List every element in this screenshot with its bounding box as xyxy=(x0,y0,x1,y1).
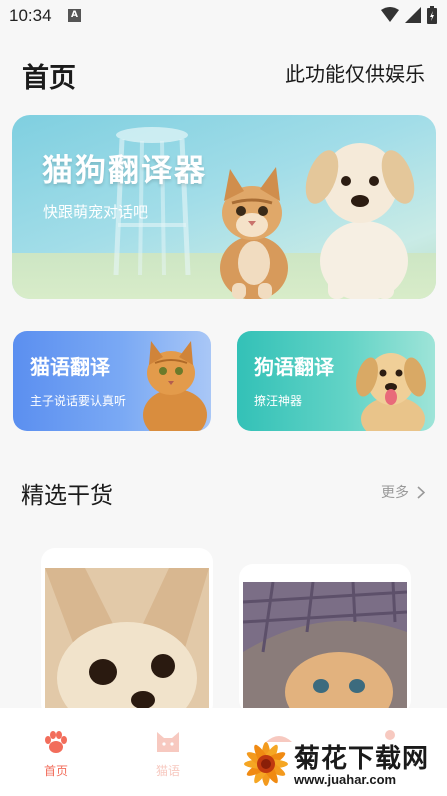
kitten-image xyxy=(220,167,288,299)
notification-icon: A xyxy=(68,9,81,22)
more-link[interactable]: 更多 xyxy=(381,482,425,502)
banner-title: 猫狗翻译器 xyxy=(42,153,207,189)
site-watermark: 菊花下载网 www.juahar.com xyxy=(240,736,445,794)
more-label: 更多 xyxy=(381,485,409,501)
cat-face-icon xyxy=(157,732,179,752)
paw-icon xyxy=(45,731,67,753)
article-card[interactable] xyxy=(239,564,411,714)
nav-home[interactable]: 首页 xyxy=(26,730,86,779)
section-title: 精选干货 xyxy=(21,483,113,509)
disclaimer-text: 此功能仅供娱乐 xyxy=(285,62,425,86)
puppy-image xyxy=(305,143,415,299)
battery-icon xyxy=(427,6,437,24)
status-icons xyxy=(381,6,437,24)
cat-card-subtitle: 主子说话要认真听 xyxy=(30,394,127,408)
banner-subtitle: 快跟萌宠对话吧 xyxy=(43,203,149,221)
nav-cat-label: 猫语 xyxy=(155,764,180,778)
chihuahua-image xyxy=(45,568,209,718)
chevron-right-icon xyxy=(417,485,425,499)
dog-card-subtitle: 撩汪神器 xyxy=(254,394,303,408)
kitten-blanket-image xyxy=(243,582,407,714)
cat-card-title: 猫语翻译 xyxy=(30,355,110,379)
status-time: 10:34 xyxy=(9,6,52,25)
watermark-url: www.juahar.com xyxy=(294,772,397,787)
status-bar: 10:34 A xyxy=(0,0,447,34)
nav-home-label: 首页 xyxy=(43,764,68,778)
nav-cat-language[interactable]: 猫语 xyxy=(138,730,198,779)
dog-translate-card[interactable]: 狗语翻译 撩汪神器 xyxy=(237,331,435,431)
translator-banner[interactable]: 猫狗翻译器 快跟萌宠对话吧 xyxy=(12,115,436,299)
signal-icon xyxy=(405,7,421,23)
watermark-text: 菊花下载网 xyxy=(294,744,430,774)
cat-photo-icon xyxy=(143,341,207,431)
article-card[interactable] xyxy=(41,548,213,718)
wifi-icon xyxy=(381,7,399,22)
chrysanthemum-logo-icon xyxy=(244,742,288,786)
dog-photo-icon xyxy=(356,353,426,431)
cat-translate-card[interactable]: 猫语翻译 主子说话要认真听 xyxy=(13,331,211,431)
page-title: 首页 xyxy=(22,63,76,94)
dog-card-title: 狗语翻译 xyxy=(254,355,334,379)
